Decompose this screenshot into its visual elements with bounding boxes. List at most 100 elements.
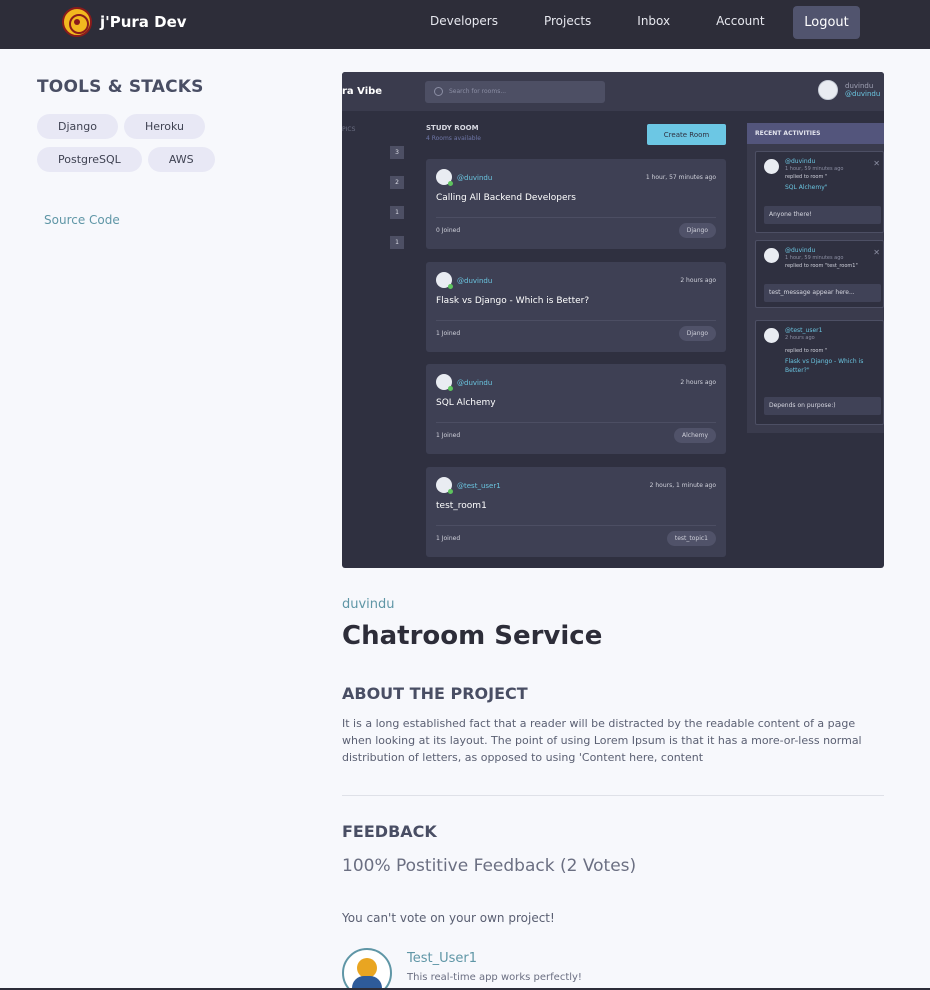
nav-developers[interactable]: Developers (430, 14, 498, 28)
source-code-link[interactable]: Source Code (44, 213, 120, 227)
room-card: @duvindu 2 hours ago Flask vs Django - W… (426, 262, 726, 352)
screenshot-user-handle: @duvindu (845, 90, 881, 98)
screenshot-brand: ra Vibe (342, 86, 383, 97)
room-time: 1 hour, 57 minutes ago (645, 174, 716, 181)
activity-user: @duvindu (785, 158, 816, 165)
room-card: @test_user1 2 hours, 1 minute ago test_r… (426, 467, 726, 557)
reviewer-avatar[interactable] (342, 948, 392, 990)
activity-user: @test_user1 (785, 327, 823, 334)
avatar (436, 169, 453, 186)
recent-activities-panel: RECENT ACTIVITIES @duvindu 1 hour, 59 mi… (747, 123, 884, 433)
avatar (436, 477, 453, 494)
divider (436, 525, 716, 526)
screenshot-topics-label: PICS (342, 126, 356, 133)
activity-action: replied to room "test_room1" (785, 263, 858, 269)
room-joined: 0 Joined (436, 227, 461, 234)
close-icon: ✕ (873, 248, 880, 257)
topic-count: 2 (390, 176, 404, 189)
tools-stacks-heading: TOOLS & STACKS (37, 77, 204, 97)
activity-action: replied to room " (785, 348, 828, 354)
room-host: @duvindu (457, 277, 493, 285)
feedback-stat: 100% Postitive Feedback (2 Votes) (342, 856, 637, 876)
brand-name: j'Pura Dev (100, 13, 187, 31)
room-topic: Alchemy (674, 428, 716, 443)
avatar (764, 248, 779, 263)
activity-time: 1 hour, 59 minutes ago (785, 166, 844, 172)
vote-note: You can't vote on your own project! (342, 911, 555, 925)
topic-count: 1 (390, 206, 404, 219)
room-joined: 1 Joined (436, 330, 461, 337)
tag-django: Django (37, 114, 118, 139)
reviewer-name[interactable]: Test_User1 (407, 951, 477, 966)
room-host: @duvindu (457, 379, 493, 387)
tag-aws: AWS (147, 147, 215, 172)
tag-heroku: Heroku (123, 114, 206, 139)
nav-links: Developers Projects Inbox Account (430, 14, 811, 28)
room-card: @duvindu 2 hours ago SQL Alchemy 1 Joine… (426, 364, 726, 454)
project-screenshot: ra Vibe Search for rooms... duvindu @duv… (342, 72, 884, 568)
nav-account[interactable]: Account (716, 14, 764, 28)
logout-button[interactable]: Logout (793, 6, 860, 39)
activity-time: 2 hours ago (785, 335, 815, 341)
room-joined: 1 Joined (436, 535, 461, 542)
room-host: @test_user1 (457, 482, 501, 490)
create-room-label: Create Room (663, 130, 710, 139)
activity-item: @test_user1 2 hours ago replied to room … (755, 320, 884, 425)
room-time: 2 hours, 1 minute ago (649, 482, 716, 489)
activity-message: Anyone there! (764, 206, 881, 224)
screenshot-search: Search for rooms... (425, 81, 605, 103)
about-heading: ABOUT THE PROJECT (342, 684, 528, 703)
screenshot-user-name: duvindu (845, 82, 874, 90)
tag-postgresql: PostgreSQL (37, 147, 142, 172)
room-title: SQL Alchemy (436, 398, 496, 408)
avatar (436, 272, 453, 289)
brand-link[interactable]: j'Pura Dev (62, 7, 187, 37)
create-room-button: Create Room (647, 124, 726, 145)
activity-message: test_message appear here... (764, 284, 881, 302)
room-host: @duvindu (457, 174, 493, 182)
room-joined: 1 Joined (436, 432, 461, 439)
screenshot-avatar (818, 80, 838, 100)
room-topic: Django (678, 223, 716, 238)
room-title: test_room1 (436, 501, 487, 511)
nav-inbox[interactable]: Inbox (637, 14, 670, 28)
nav-projects[interactable]: Projects (544, 14, 591, 28)
topic-count: 3 (390, 146, 404, 159)
divider (436, 422, 716, 423)
study-room-title: STUDY ROOM (426, 124, 479, 132)
about-text: It is a long established fact that a rea… (342, 717, 862, 764)
activity-item: @duvindu 1 hour, 59 minutes ago replied … (755, 240, 884, 308)
stack-tags: Django Heroku PostgreSQL AWS (37, 114, 227, 172)
feedback-heading: FEEDBACK (342, 822, 437, 841)
room-time: 2 hours ago (680, 379, 716, 386)
close-icon: ✕ (873, 159, 880, 168)
divider (342, 795, 884, 796)
screenshot-topbar (342, 72, 884, 111)
top-navbar: j'Pura Dev Developers Projects Inbox Acc… (0, 0, 930, 49)
activity-room: Flask vs Django - Which is Better?" (785, 358, 864, 374)
room-title: Flask vs Django - Which is Better? (436, 296, 590, 306)
study-room-header: STUDY ROOM 4 Rooms available (426, 124, 481, 142)
room-time: 2 hours ago (680, 277, 716, 284)
activity-item: @duvindu 1 hour, 59 minutes ago replied … (755, 151, 884, 233)
activity-user: @duvindu (785, 247, 816, 254)
recent-activities-title: RECENT ACTIVITIES (747, 123, 884, 144)
avatar-head (357, 958, 377, 978)
room-topic: Django (678, 326, 716, 341)
avatar (764, 328, 779, 343)
study-room-count: 4 Rooms available (426, 135, 481, 142)
activity-time: 1 hour, 59 minutes ago (785, 255, 844, 261)
review-text: This real-time app works perfectly! (407, 972, 582, 983)
project-title: Chatroom Service (342, 621, 603, 651)
screenshot-user: duvindu @duvindu (845, 82, 880, 98)
divider (436, 217, 716, 218)
divider (436, 320, 716, 321)
room-title: Calling All Backend Developers (436, 193, 576, 203)
project-owner-link[interactable]: duvindu (342, 597, 395, 612)
activity-room: SQL Alchemy" (785, 184, 828, 191)
room-card: @duvindu 1 hour, 57 minutes ago Calling … (426, 159, 726, 249)
topic-count: 1 (390, 236, 404, 249)
activity-message: Depends on purpose:) (764, 397, 881, 415)
room-topic: test_topic1 (666, 531, 716, 546)
avatar (436, 374, 453, 391)
